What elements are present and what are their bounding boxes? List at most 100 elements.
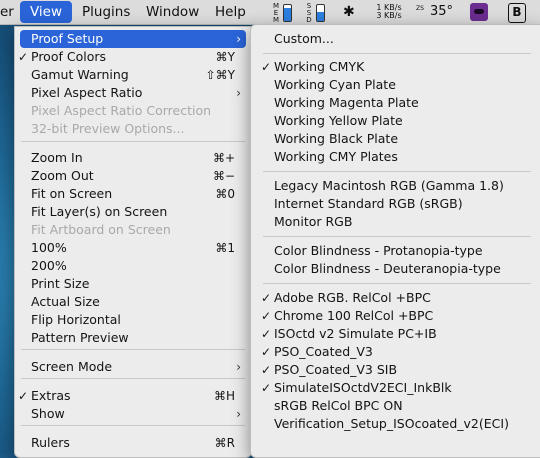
checkmark-icon: ✓ — [260, 363, 272, 377]
menu-item-label: Pattern Preview — [31, 330, 129, 345]
menu-separator — [21, 349, 245, 350]
shortcut-label: ⌘H — [213, 389, 235, 403]
proof-setup-item-working-magenta-plate[interactable]: Working Magenta Plate — [251, 94, 540, 112]
menu-item-label: Pixel Aspect Ratio Correction — [31, 103, 212, 118]
menu-item-label: SimulateISOctdV2ECI_InkBlk — [274, 380, 452, 395]
proof-setup-item-custom[interactable]: Custom... — [251, 30, 540, 48]
proof-setup-item-isoctd-v2-simulate-pc-ib[interactable]: ✓ ISOctd v2 Simulate PC+IB — [251, 325, 540, 343]
proof-setup-item-pso-coated-v3-sib[interactable]: ✓ PSO_Coated_V3 SIB — [251, 361, 540, 379]
memory-gauge-icon[interactable] — [283, 4, 292, 22]
proof-setup-item-srgb-relcol-bpc-on[interactable]: sRGB RelCol BPC ON — [251, 397, 540, 415]
view-menu-item-pixel-aspect-ratio-correction: Pixel Aspect Ratio Correction — [15, 102, 251, 120]
view-menu-item-zoom-in[interactable]: Zoom In ⌘+ — [15, 149, 251, 167]
proof-setup-item-pso-coated-v3[interactable]: ✓ PSO_Coated_V3 — [251, 343, 540, 361]
view-menu-item-gamut-warning[interactable]: Gamut Warning ⇧⌘Y — [15, 66, 251, 84]
proof-setup-item-monitor-rgb[interactable]: Monitor RGB — [251, 213, 540, 231]
menu-item-label: Rulers — [31, 435, 70, 450]
proof-setup-item-working-cmyk[interactable]: ✓ Working CMYK — [251, 58, 540, 76]
bluetooth-icon[interactable]: ✱ — [343, 0, 355, 24]
menu-item-label: Monitor RGB — [274, 214, 353, 229]
shortcut-label: ⌘0 — [215, 187, 235, 201]
proof-setup-item-chrome-100-relcol-bpc[interactable]: ✓ Chrome 100 RelCol +BPC — [251, 307, 540, 325]
menu-item-label: Zoom Out — [31, 168, 94, 183]
net-download-speed: 3 KB/s — [376, 11, 402, 20]
menu-item-label: Fit Artboard on Screen — [31, 222, 171, 237]
shortcut-label: ⌘− — [212, 169, 235, 183]
menu-separator — [21, 378, 245, 379]
menu-item-label: Chrome 100 RelCol +BPC — [274, 308, 434, 323]
submenu-chevron-icon: › — [236, 86, 241, 100]
menu-separator — [263, 171, 531, 172]
menu-item-label: Screen Mode — [31, 359, 113, 374]
view-menu-item-flip-horizontal[interactable]: Flip Horizontal — [15, 311, 251, 329]
proof-setup-item-legacy-macintosh-rgb-gamma-1-8[interactable]: Legacy Macintosh RGB (Gamma 1.8) — [251, 177, 540, 195]
view-menu-item-rulers[interactable]: Rulers ⌘R — [15, 434, 251, 452]
checkmark-icon: ✓ — [260, 309, 272, 323]
proof-setup-item-internet-standard-rgb-srgb[interactable]: Internet Standard RGB (sRGB) — [251, 195, 540, 213]
menubar-item-help[interactable]: Help — [215, 0, 246, 24]
view-menu-item-fit-layer-s-on-screen[interactable]: Fit Layer(s) on Screen — [15, 203, 251, 221]
temperature-value[interactable]: 35° — [430, 0, 453, 24]
menu-item-label: Adobe RGB. RelCol +BPC — [274, 290, 431, 305]
proof-setup-item-working-cyan-plate[interactable]: Working Cyan Plate — [251, 76, 540, 94]
menu-item-label: Verification_Setup_ISOcoated_v2(ECI) — [274, 416, 509, 431]
proof-setup-item-working-black-plate[interactable]: Working Black Plate — [251, 130, 540, 148]
shortcut-label: ⌘Y — [215, 50, 235, 64]
view-menu-item-pattern-preview[interactable]: Pattern Preview — [15, 329, 251, 347]
view-menu-item-proof-setup[interactable]: Proof Setup › — [15, 30, 251, 48]
menu-item-label: Flip Horizontal — [31, 312, 121, 327]
view-menu-item-show[interactable]: Show › — [15, 405, 251, 423]
menu-item-label: Color Blindness - Protanopia-type — [274, 243, 483, 258]
view-menu-item-zoom-out[interactable]: Zoom Out ⌘− — [15, 167, 251, 185]
menu-item-label: Custom... — [274, 31, 334, 46]
checkmark-icon: ✓ — [260, 291, 272, 305]
view-menu-item-print-size[interactable]: Print Size — [15, 275, 251, 293]
menubar-item-edit-fragment[interactable]: er — [0, 0, 14, 24]
menu-separator — [263, 53, 531, 54]
proof-setup-item-working-cmy-plates[interactable]: Working CMY Plates — [251, 148, 540, 166]
view-menu-item-extras[interactable]: ✓ Extras ⌘H — [15, 387, 251, 405]
view-menu-item-fit-on-screen[interactable]: Fit on Screen ⌘0 — [15, 185, 251, 203]
menu-item-label: Print Size — [31, 276, 90, 291]
view-menu-item-200[interactable]: 200% — [15, 257, 251, 275]
network-speed[interactable]: 1 KB/s 3 KB/s — [368, 4, 410, 20]
shortcut-label: ⇧⌘Y — [205, 68, 235, 82]
view-menu-item-pixel-aspect-ratio[interactable]: Pixel Aspect Ratio › — [15, 84, 251, 102]
menu-item-label: 32-bit Preview Options... — [31, 121, 185, 136]
app-status-icon[interactable] — [470, 3, 488, 21]
proof-setup-item-working-yellow-plate[interactable]: Working Yellow Plate — [251, 112, 540, 130]
shortcut-label: ⌘R — [214, 436, 235, 450]
proof-setup-item-color-blindness-protanopia-type[interactable]: Color Blindness - Protanopia-type — [251, 242, 540, 260]
checkmark-icon: ✓ — [260, 345, 272, 359]
submenu-chevron-icon: › — [236, 407, 241, 421]
menu-item-label: Working Cyan Plate — [274, 77, 396, 92]
ssd-gauge-icon[interactable] — [316, 4, 325, 22]
menu-item-label: Working CMY Plates — [274, 149, 398, 164]
view-menu-item-fit-artboard-on-screen: Fit Artboard on Screen — [15, 221, 251, 239]
menu-item-label: sRGB RelCol BPC ON — [274, 398, 403, 413]
menu-item-label: Working Magenta Plate — [274, 95, 419, 110]
menu-item-label: Internet Standard RGB (sRGB) — [274, 196, 463, 211]
view-menu-item-32-bit-preview-options: 32-bit Preview Options... — [15, 120, 251, 138]
menu-item-label: Working CMYK — [274, 59, 365, 74]
proof-setup-item-simulateisoctdv2eci-inkblk[interactable]: ✓ SimulateISOctdV2ECI_InkBlk — [251, 379, 540, 397]
view-menu-item-actual-size[interactable]: Actual Size — [15, 293, 251, 311]
proof-setup-item-verification-setup-isocoated-v2-eci[interactable]: Verification_Setup_ISOcoated_v2(ECI) — [251, 415, 540, 433]
view-menu-item-screen-mode[interactable]: Screen Mode › — [15, 358, 251, 376]
proof-setup-item-color-blindness-deuteranopia-type[interactable]: Color Blindness - Deuteranopia-type — [251, 260, 540, 278]
menu-item-label: Color Blindness - Deuteranopia-type — [274, 261, 501, 276]
menu-item-label: Fit on Screen — [31, 186, 113, 201]
checkmark-icon: ✓ — [17, 389, 29, 403]
shortcut-label: ⌘1 — [215, 241, 235, 255]
menubar-item-view[interactable]: View — [20, 1, 72, 23]
view-menu-item-proof-colors[interactable]: ✓ Proof Colors ⌘Y — [15, 48, 251, 66]
menu-bar: er View Plugins Window Help M E M S S D … — [0, 0, 540, 25]
menubar-item-window[interactable]: Window — [146, 0, 199, 24]
proof-setup-item-adobe-rgb-relcol-bpc[interactable]: ✓ Adobe RGB. RelCol +BPC — [251, 289, 540, 307]
menubar-item-plugins[interactable]: Plugins — [82, 0, 130, 24]
menu-item-label: 200% — [31, 258, 67, 273]
view-menu-item-100[interactable]: 100% ⌘1 — [15, 239, 251, 257]
b-app-icon[interactable]: B — [508, 3, 526, 23]
menu-separator — [21, 425, 245, 426]
menu-item-label: Pixel Aspect Ratio — [31, 85, 143, 100]
